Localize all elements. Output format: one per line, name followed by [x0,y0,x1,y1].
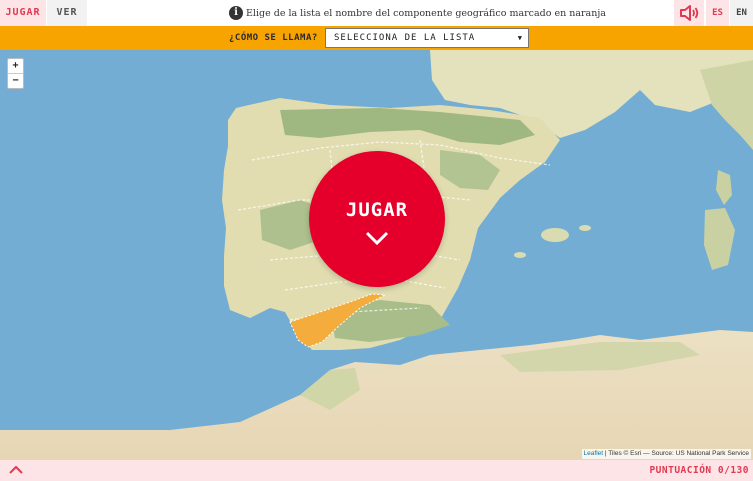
chevron-up-icon[interactable] [8,463,24,475]
zoom-out-button[interactable]: − [8,73,23,88]
play-button-label: JUGAR [345,199,409,221]
bottom-bar: PUNTUACIÓN 0/130 [0,460,753,481]
score: PUNTUACIÓN 0/130 [649,460,749,481]
zoom-control: + − [7,58,24,89]
score-label: PUNTUACIÓN [649,465,712,476]
score-value: 0/130 [717,465,749,476]
tab-play[interactable]: JUGAR [0,0,46,26]
zoom-in-button[interactable]: + [8,59,23,73]
tab-view[interactable]: VER [47,0,87,26]
ibiza-island [514,252,526,258]
language-en-button[interactable]: EN [730,0,753,26]
instruction: i Elige de la lista el nombre del compon… [229,5,606,21]
dropdown-arrow-icon: ▼ [517,34,523,42]
question-bar: ¿CÓMO SE LLAMA? SELECCIONA DE LA LISTA ▼ [0,26,753,50]
top-bar: JUGAR VER i Elige de la lista el nombre … [0,0,753,27]
answer-select[interactable]: SELECCIONA DE LA LISTA ▼ [325,28,529,48]
attribution-text: | Tiles © Esri — Source: US National Par… [603,450,749,457]
info-icon[interactable]: i [229,6,243,20]
speaker-icon [680,5,699,21]
sound-button[interactable] [674,0,704,26]
instruction-text: Elige de la lista el nombre del componen… [246,7,606,19]
mallorca-island [541,228,569,242]
leaflet-link[interactable]: Leaflet [584,450,604,457]
answer-select-value: SELECCIONA DE LA LISTA [334,33,476,43]
language-es-button[interactable]: ES [706,0,729,26]
menorca-island [579,225,591,231]
chevron-down-icon [365,231,389,245]
question-label: ¿CÓMO SE LLAMA? [229,33,318,43]
map-attribution: Leaflet | Tiles © Esri — Source: US Nati… [581,449,751,459]
play-button[interactable]: JUGAR [309,151,445,287]
